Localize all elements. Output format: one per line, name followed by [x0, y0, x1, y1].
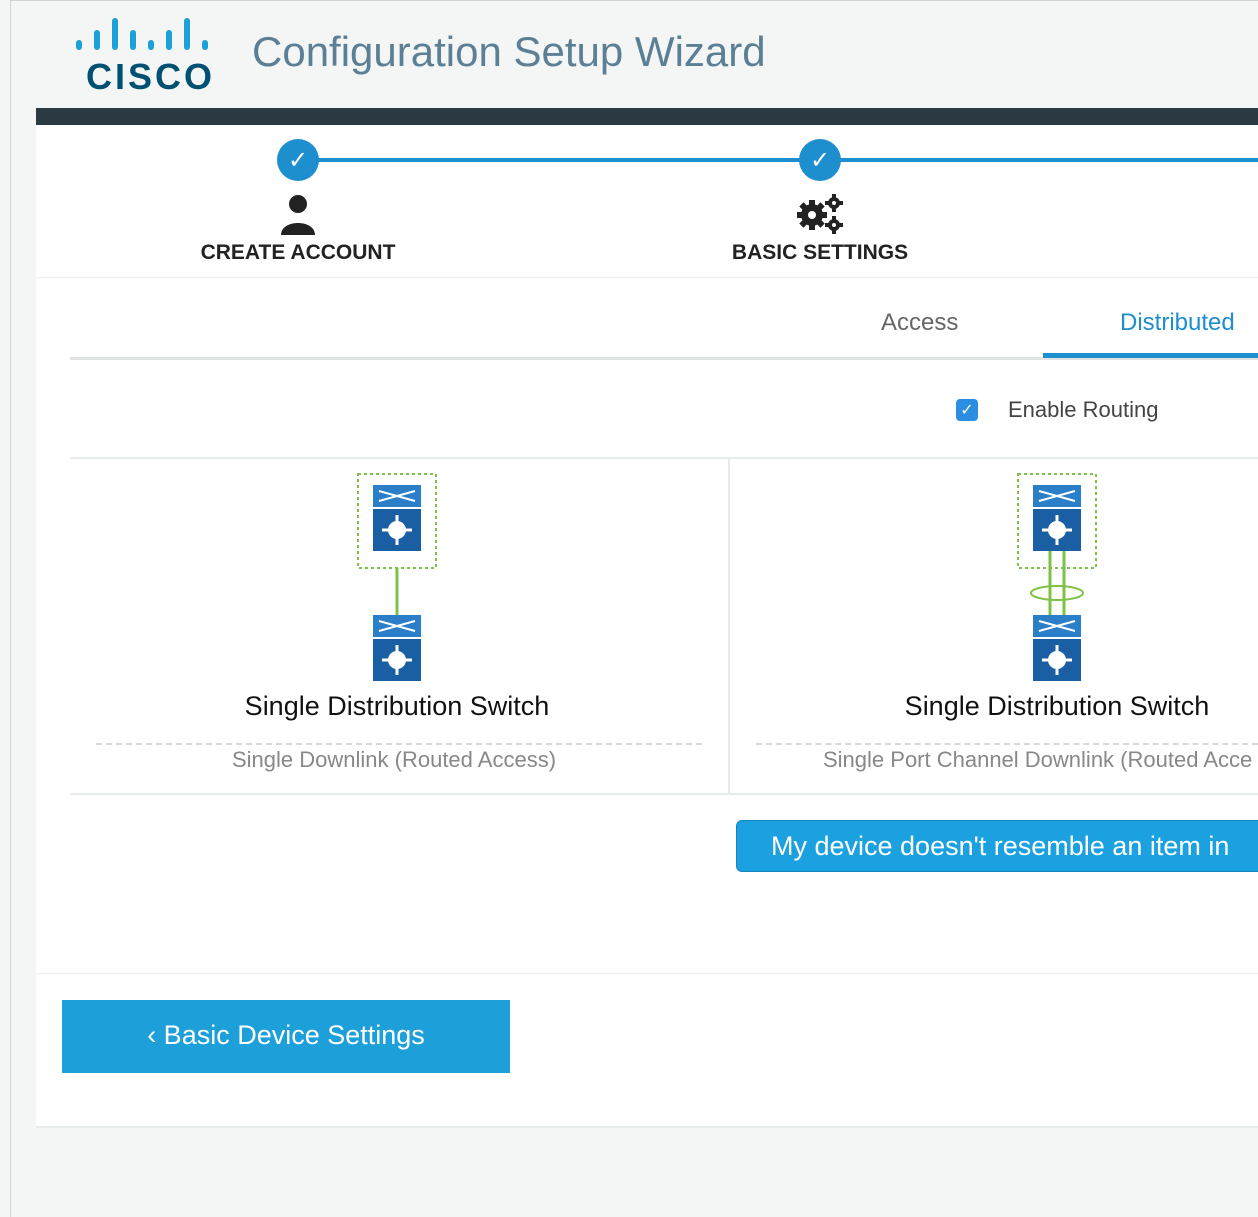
- back-basic-device-settings-button[interactable]: ‹ Basic Device Settings: [62, 1000, 510, 1073]
- stepper-progress-line: [298, 158, 1258, 162]
- step-2-check-icon[interactable]: ✓: [799, 139, 841, 181]
- app-header: CISCO Configuration Setup Wizard: [36, 0, 1258, 108]
- port-channel-downlink-diagram: [1017, 473, 1097, 681]
- cisco-logo-wordmark: CISCO: [86, 56, 216, 97]
- footer-separator: [36, 973, 1258, 974]
- device-not-listed-button[interactable]: My device doesn't resemble an item in: [736, 820, 1258, 872]
- card-title: Single Distribution Switch: [904, 691, 1210, 721]
- enable-routing-row: ✓ Enable Routing: [956, 397, 1158, 423]
- topology-card-port-channel-downlink[interactable]: Single Distribution Switch Single Port C…: [730, 459, 1258, 795]
- tab-access[interactable]: Access: [881, 309, 958, 337]
- page-title: Configuration Setup Wizard: [252, 28, 766, 75]
- enable-routing-label[interactable]: Enable Routing: [1008, 397, 1158, 423]
- card-title: Single Distribution Switch: [244, 691, 550, 721]
- topology-card-grid: Single Distribution Switch Single Downli…: [70, 457, 1258, 795]
- wizard-panel: ✓ CREATE ACCOUNT ✓ BASIC SETTINGS Access…: [36, 125, 1258, 1128]
- step-2-label: BASIC SETTINGS: [731, 241, 909, 264]
- card-separator: [756, 743, 1258, 745]
- step-1-check-icon[interactable]: ✓: [277, 139, 319, 181]
- cisco-logo-bars-icon: [74, 16, 214, 50]
- tab-distributed[interactable]: Distributed: [1120, 309, 1235, 337]
- step-1-label: CREATE ACCOUNT: [200, 241, 396, 264]
- single-downlink-diagram: [357, 473, 437, 681]
- enable-routing-checkbox[interactable]: ✓: [956, 399, 978, 421]
- card-separator: [96, 743, 702, 745]
- topology-card-single-downlink[interactable]: Single Distribution Switch Single Downli…: [70, 459, 728, 795]
- header-divider-bar: [36, 108, 1258, 125]
- wizard-stepper: ✓ CREATE ACCOUNT ✓ BASIC SETTINGS: [36, 125, 1258, 278]
- card-subtitle: Single Downlink (Routed Access): [232, 747, 557, 772]
- user-icon: [281, 195, 315, 235]
- card-subtitle: Single Port Channel Downlink (Routed Acc…: [823, 747, 1253, 772]
- cisco-logo: CISCO: [74, 16, 216, 97]
- gears-icon: [797, 194, 843, 234]
- active-tab-indicator: [1043, 353, 1258, 358]
- window-border-left: [10, 0, 11, 1217]
